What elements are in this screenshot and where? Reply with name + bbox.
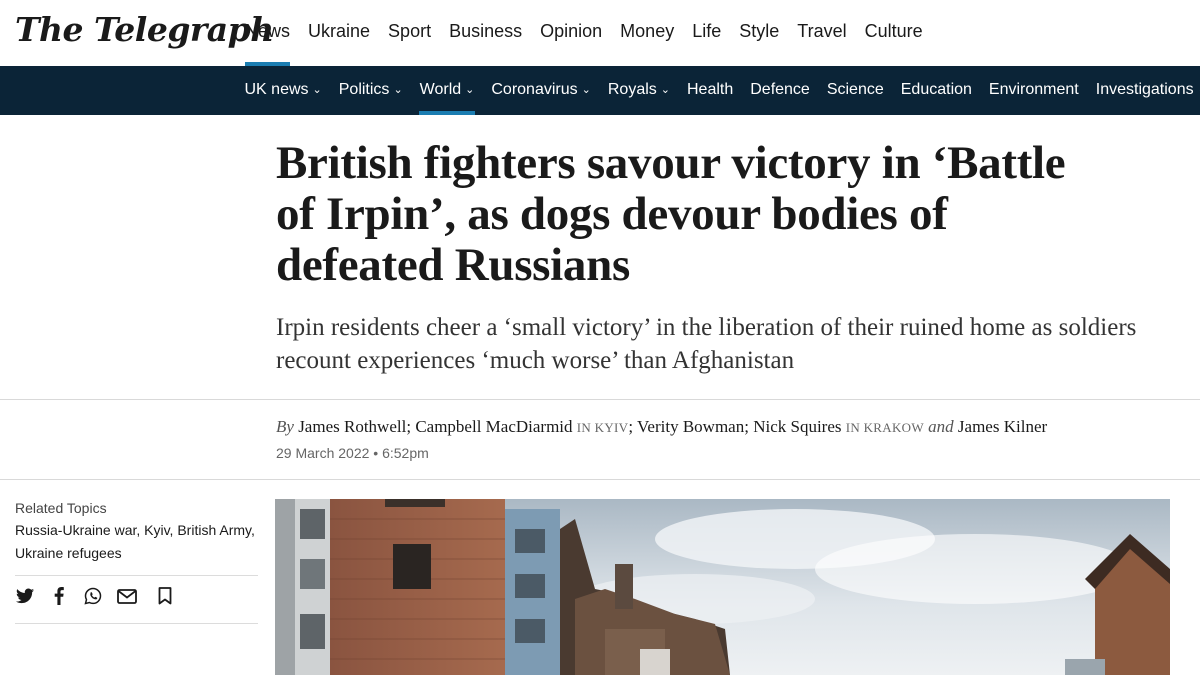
- subnav-label: Royals: [607, 81, 657, 98]
- related-topics-label: Related Topics: [15, 500, 107, 516]
- chevron-down-icon: ⌄: [393, 84, 403, 96]
- related-topics-line[interactable]: Ukraine refugees: [15, 542, 255, 565]
- chevron-down-icon: ⌄: [660, 84, 670, 96]
- byline-separator: ;: [628, 417, 634, 436]
- site-header: The Telegraph News Ukraine Sport Busines…: [0, 0, 1200, 66]
- bookmark-icon[interactable]: [155, 586, 175, 606]
- subnav-item-health[interactable]: Health: [678, 66, 741, 115]
- author-link[interactable]: Campbell MacDiarmid: [415, 417, 572, 436]
- subnav-label: Defence: [750, 81, 810, 98]
- byline: By James Rothwell; Campbell MacDiarmid I…: [276, 417, 1047, 437]
- author-link[interactable]: James Rothwell: [298, 417, 406, 436]
- byline-separator: ;: [406, 417, 412, 436]
- main-nav: News Ukraine Sport Business Opinion Mone…: [236, 0, 932, 66]
- related-topics-line[interactable]: Russia-Ukraine war, Kyiv, British Army,: [15, 519, 255, 542]
- chevron-down-icon: ⌄: [465, 84, 475, 96]
- subnav-label: Health: [686, 81, 734, 98]
- subnav-item-world[interactable]: World ⌄: [411, 66, 483, 115]
- subnav-label: Science: [826, 81, 884, 98]
- telegraph-logo[interactable]: The Telegraph: [15, 10, 274, 49]
- subnav-item-coronavirus[interactable]: Coronavirus ⌄: [483, 66, 599, 115]
- subnav-item-politics[interactable]: Politics ⌄: [330, 66, 411, 115]
- nav-item-travel[interactable]: Travel: [788, 0, 855, 66]
- subnav-item-defence[interactable]: Defence: [742, 66, 819, 115]
- subnav-label: UK news: [244, 81, 309, 98]
- divider: [15, 623, 258, 624]
- article-lead-image[interactable]: [275, 499, 1170, 675]
- divider: [0, 399, 1200, 400]
- article-standfirst: Irpin residents cheer a ‘small victory’ …: [276, 314, 1137, 374]
- nav-item-life[interactable]: Life: [683, 0, 730, 66]
- subnav-label: Politics: [338, 81, 390, 98]
- subnav-item-environment[interactable]: Environment: [980, 66, 1087, 115]
- nav-item-money[interactable]: Money: [611, 0, 683, 66]
- nav-item-ukraine[interactable]: Ukraine: [299, 0, 379, 66]
- subnav-label: Environment: [988, 81, 1079, 98]
- subnav-label: Coronavirus: [491, 81, 578, 98]
- lead-image-graphic: [275, 499, 1170, 675]
- divider: [15, 575, 258, 576]
- nav-item-style[interactable]: Style: [730, 0, 788, 66]
- nav-item-culture[interactable]: Culture: [856, 0, 932, 66]
- twitter-icon[interactable]: [15, 586, 35, 606]
- chevron-down-icon: ⌄: [581, 84, 591, 96]
- subnav-label: Education: [900, 81, 972, 98]
- whatsapp-icon[interactable]: [83, 586, 103, 606]
- share-bar: [15, 586, 175, 606]
- chevron-down-icon: ⌄: [312, 84, 322, 96]
- email-icon[interactable]: [117, 586, 137, 606]
- author-location: IN KYIV: [576, 420, 629, 435]
- divider: [0, 479, 1200, 480]
- byline-and: and: [928, 417, 954, 436]
- byline-by: By: [276, 417, 294, 436]
- nav-item-business[interactable]: Business: [440, 0, 531, 66]
- nav-item-news[interactable]: News: [236, 0, 299, 66]
- subnav-item-investigations[interactable]: Investigations⌄: [1087, 66, 1200, 115]
- related-topics-list: Russia-Ukraine war, Kyiv, British Army, …: [15, 519, 255, 565]
- subnav-label: World: [419, 81, 462, 98]
- facebook-icon[interactable]: [49, 586, 69, 606]
- author-location: IN KRAKOW: [845, 420, 924, 435]
- author-link[interactable]: Nick Squires: [753, 417, 841, 436]
- subnav-item-uk-news[interactable]: UK news ⌄: [236, 66, 330, 115]
- nav-item-sport[interactable]: Sport: [379, 0, 440, 66]
- author-link[interactable]: James Kilner: [958, 417, 1047, 436]
- subnav-item-education[interactable]: Education: [892, 66, 980, 115]
- subnav-item-science[interactable]: Science: [818, 66, 892, 115]
- subnav-item-royals[interactable]: Royals ⌄: [599, 66, 678, 115]
- publish-date: 29 March 2022 • 6:52pm: [276, 445, 429, 461]
- nav-item-opinion[interactable]: Opinion: [531, 0, 611, 66]
- article-headline: British fighters savour victory in ‘Batt…: [276, 137, 1066, 291]
- author-link[interactable]: Verity Bowman: [637, 417, 744, 436]
- section-subnav: UK news ⌄ Politics ⌄ World ⌄ Coronavirus ⌄ R…: [0, 66, 1200, 115]
- subnav-label: Investigations: [1095, 81, 1194, 98]
- byline-separator: ;: [744, 417, 749, 436]
